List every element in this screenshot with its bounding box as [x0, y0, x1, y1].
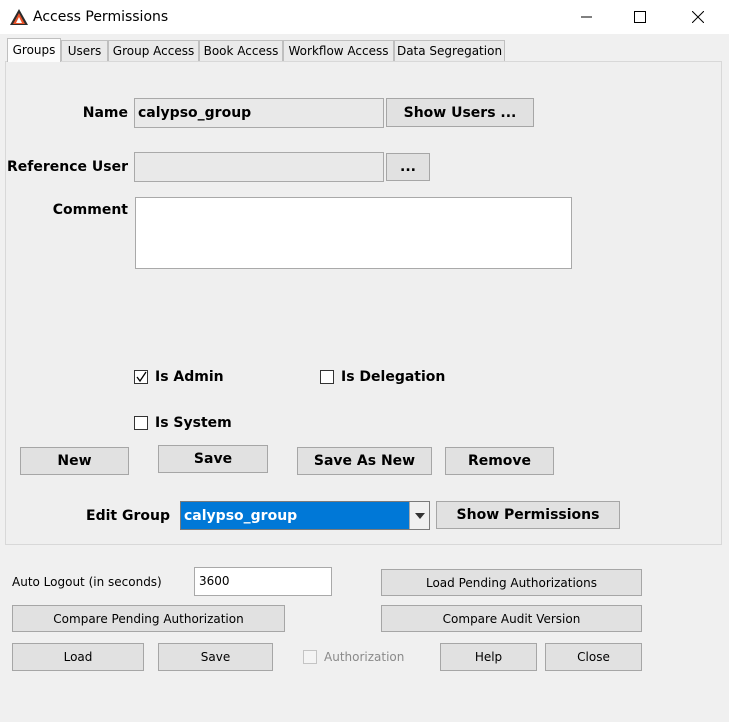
is-system-label: Is System — [155, 415, 232, 431]
help-button[interactable]: Help — [440, 643, 537, 671]
close-window-button[interactable] — [675, 0, 721, 34]
save-button[interactable]: Save — [158, 643, 273, 671]
authorization-label: Authorization — [324, 650, 405, 664]
tab-workflow-access[interactable]: Workflow Access — [283, 40, 394, 61]
tab-group-access[interactable]: Group Access — [108, 40, 199, 61]
show-permissions-button[interactable]: Show Permissions — [436, 501, 620, 529]
reference-user-field[interactable] — [134, 152, 384, 182]
reference-user-label: Reference User — [7, 159, 128, 175]
checkmark-icon — [136, 371, 147, 383]
dropdown-arrow-button[interactable] — [409, 502, 429, 529]
auto-logout-label: Auto Logout (in seconds) — [12, 575, 162, 589]
save-as-new-button[interactable]: Save As New — [297, 447, 432, 475]
load-button[interactable]: Load — [12, 643, 144, 671]
tab-book-access[interactable]: Book Access — [199, 40, 283, 61]
minimize-icon — [581, 16, 592, 18]
title-bar: Access Permissions — [0, 0, 729, 34]
app-logo-icon — [10, 9, 28, 25]
is-admin-checkbox[interactable] — [134, 370, 148, 384]
is-delegation-checkbox[interactable] — [320, 370, 334, 384]
minimize-button[interactable] — [564, 0, 610, 34]
close-icon — [692, 11, 704, 23]
show-users-button[interactable]: Show Users ... — [386, 98, 534, 127]
tab-groups[interactable]: Groups — [7, 38, 61, 62]
is-delegation-label: Is Delegation — [341, 369, 446, 385]
close-button[interactable]: Close — [545, 643, 642, 671]
name-field[interactable]: calypso_group — [134, 98, 384, 128]
compare-audit-version-button[interactable]: Compare Audit Version — [381, 605, 642, 632]
maximize-icon — [634, 11, 646, 23]
comment-textarea[interactable] — [135, 197, 572, 269]
is-system-checkbox[interactable] — [134, 416, 148, 430]
maximize-button[interactable] — [617, 0, 663, 34]
is-admin-label: Is Admin — [155, 369, 224, 385]
new-button[interactable]: New — [20, 447, 129, 475]
compare-pending-authorization-button[interactable]: Compare Pending Authorization — [12, 605, 285, 632]
remove-button[interactable]: Remove — [445, 447, 554, 475]
comment-label: Comment — [52, 202, 128, 218]
save-group-button[interactable]: Save — [158, 445, 268, 473]
window-title: Access Permissions — [33, 9, 169, 25]
chevron-down-icon — [414, 512, 425, 519]
tab-users[interactable]: Users — [61, 40, 108, 61]
edit-group-label: Edit Group — [86, 508, 170, 524]
load-pending-authorizations-button[interactable]: Load Pending Authorizations — [381, 569, 642, 596]
tab-data-segregation[interactable]: Data Segregation — [394, 40, 505, 61]
auto-logout-input[interactable]: 3600 — [194, 567, 332, 596]
authorization-checkbox[interactable] — [303, 650, 317, 664]
edit-group-select[interactable]: calypso_group — [180, 501, 430, 530]
edit-group-selected-value: calypso_group — [184, 508, 298, 524]
reference-user-browse-button[interactable]: ... — [386, 153, 430, 181]
name-label: Name — [82, 105, 128, 121]
